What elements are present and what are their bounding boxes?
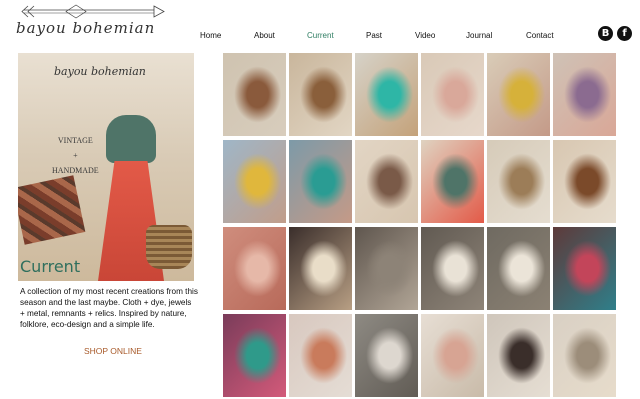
gallery-photo[interactable] [487, 140, 550, 223]
main-nav: Home About Current Past Video Journal Co… [0, 31, 640, 45]
gallery-photo[interactable] [553, 314, 616, 397]
hero-vintage: VINTAGE [57, 136, 93, 145]
gallery-photo[interactable] [355, 227, 418, 310]
gallery-photo[interactable] [553, 53, 616, 136]
facebook-link[interactable]: f [617, 26, 632, 41]
hero-handmade: HANDMADE [52, 166, 99, 175]
nav-past[interactable]: Past [366, 31, 382, 40]
hero-logo-text: bayou bohemian [54, 65, 146, 78]
gallery-photo[interactable] [289, 227, 352, 310]
gallery-photo[interactable] [487, 227, 550, 310]
gallery-photo[interactable] [421, 53, 484, 136]
blogger-link[interactable]: B [598, 26, 613, 41]
dress-top-shape [106, 115, 156, 163]
facebook-icon: f [617, 26, 632, 41]
gallery-photo[interactable] [223, 53, 286, 136]
nav-current[interactable]: Current [307, 31, 334, 40]
basket-shape [146, 225, 192, 269]
nav-about[interactable]: About [254, 31, 275, 40]
gallery-photo[interactable] [487, 314, 550, 397]
section-label: Current [20, 257, 81, 276]
nav-contact[interactable]: Contact [526, 31, 554, 40]
shop-online-link[interactable]: SHOP ONLINE [84, 346, 142, 356]
gallery-photo[interactable] [355, 314, 418, 397]
photo-gallery [223, 53, 619, 399]
gallery-photo[interactable] [487, 53, 550, 136]
gallery-photo[interactable] [223, 314, 286, 397]
hero-plus: + [73, 151, 78, 160]
gallery-photo[interactable] [289, 140, 352, 223]
blogger-icon: B [598, 26, 613, 41]
hero-tagline: VINTAGE + HANDMADE [52, 133, 99, 178]
gallery-photo[interactable] [355, 140, 418, 223]
hero-image: bayou bohemian VINTAGE + HANDMADE Curren… [18, 53, 194, 281]
gallery-photo[interactable] [421, 227, 484, 310]
gallery-photo[interactable] [421, 140, 484, 223]
gallery-photo[interactable] [355, 53, 418, 136]
gallery-photo[interactable] [553, 227, 616, 310]
gallery-photo[interactable] [289, 53, 352, 136]
nav-home[interactable]: Home [200, 31, 221, 40]
gallery-photo[interactable] [553, 140, 616, 223]
gallery-photo[interactable] [289, 314, 352, 397]
pillow-shape [18, 175, 86, 245]
section-description: A collection of my most recent creations… [20, 287, 198, 329]
nav-video[interactable]: Video [415, 31, 435, 40]
gallery-photo[interactable] [223, 227, 286, 310]
gallery-photo[interactable] [223, 140, 286, 223]
gallery-photo[interactable] [421, 314, 484, 397]
nav-journal[interactable]: Journal [466, 31, 492, 40]
